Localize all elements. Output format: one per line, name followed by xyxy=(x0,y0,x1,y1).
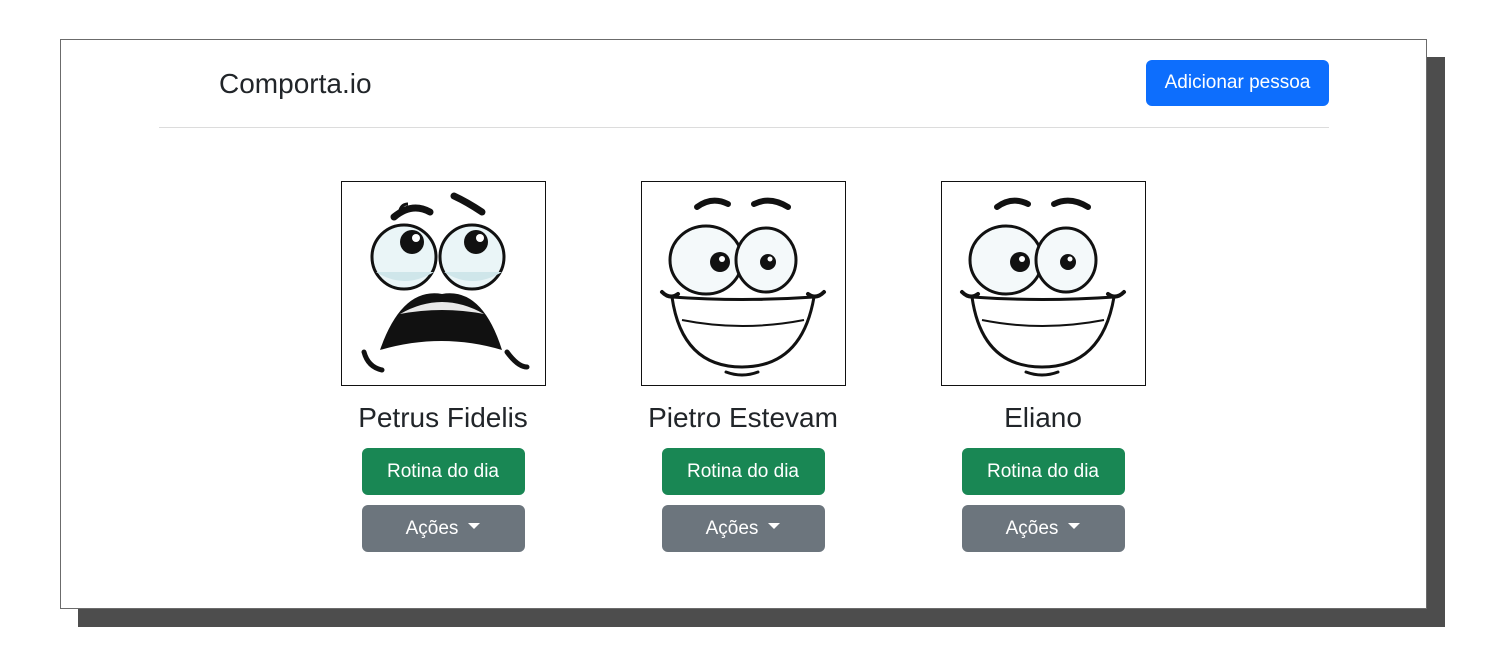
caret-down-icon xyxy=(768,523,781,530)
person-card: Eliano Rotina do dia Ações xyxy=(893,181,1193,552)
add-person-button[interactable]: Adicionar pessoa xyxy=(1146,60,1329,106)
actions-dropdown-button[interactable]: Ações xyxy=(961,505,1125,552)
person-avatar xyxy=(940,181,1146,386)
caret-down-icon xyxy=(468,523,481,530)
daily-routine-button[interactable]: Rotina do dia xyxy=(361,448,525,495)
actions-label: Ações xyxy=(1005,517,1059,539)
smiling-face-icon xyxy=(959,197,1126,377)
person-card: Pietro Estevam Rotina do dia Ações xyxy=(593,181,893,552)
scared-face-icon xyxy=(361,192,529,373)
caret-down-icon xyxy=(1068,523,1081,530)
person-name: Petrus Fidelis xyxy=(358,402,528,433)
person-avatar xyxy=(640,181,846,386)
smiling-face-icon xyxy=(659,197,826,377)
actions-dropdown-button[interactable]: Ações xyxy=(661,505,825,552)
person-avatar xyxy=(340,181,546,386)
brand-logo-text[interactable]: Comporta.io xyxy=(219,66,372,102)
actions-label: Ações xyxy=(705,517,759,539)
person-name: Pietro Estevam xyxy=(648,402,838,433)
actions-dropdown-button[interactable]: Ações xyxy=(361,505,525,552)
navbar: Comporta.io Adicionar pessoa xyxy=(159,40,1329,128)
person-name: Eliano xyxy=(1004,402,1082,433)
app-window: Comporta.io Adicionar pessoa Petrus Fide… xyxy=(60,39,1427,609)
person-card: Petrus Fidelis Rotina do dia Ações xyxy=(293,181,593,552)
daily-routine-button[interactable]: Rotina do dia xyxy=(661,448,825,495)
actions-label: Ações xyxy=(405,517,459,539)
daily-routine-button[interactable]: Rotina do dia xyxy=(961,448,1125,495)
